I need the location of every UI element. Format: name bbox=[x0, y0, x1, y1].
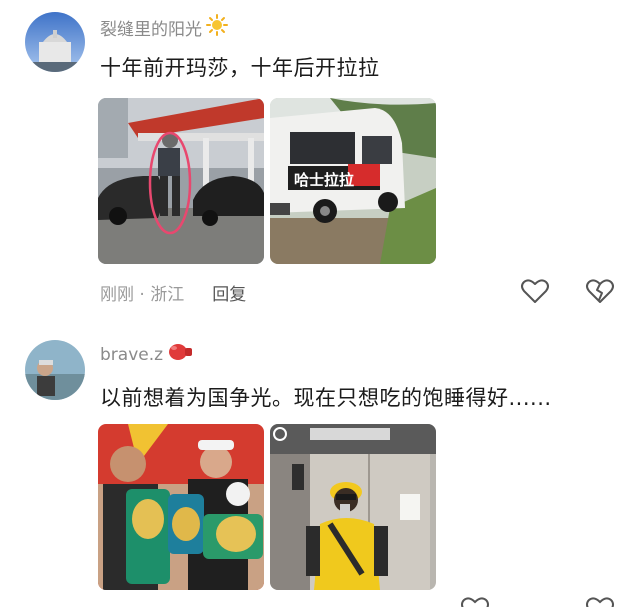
username[interactable]: brave.z bbox=[100, 342, 193, 367]
location: 浙江 bbox=[150, 285, 185, 305]
broken-heart-icon[interactable] bbox=[585, 592, 615, 607]
boxing-glove-icon bbox=[167, 342, 193, 367]
comment-item: brave.z 以前想着为国争光。现在只想吃的饱睡得好...... bbox=[0, 330, 640, 607]
avatar[interactable] bbox=[25, 12, 85, 72]
meta-separator: · bbox=[139, 285, 145, 305]
comment-text: 以前想着为国争光。现在只想吃的饱睡得好...... bbox=[100, 386, 552, 410]
comment-meta: 刚刚 · 浙江 回复 bbox=[100, 280, 246, 305]
heart-icon[interactable] bbox=[460, 592, 490, 607]
comment-item: 裂缝里的阳光 十年前开玛莎，十年后开拉拉 哈士拉拉 刚刚 · 浙江 回复 bbox=[0, 0, 640, 330]
username-text: 裂缝里的阳光 bbox=[100, 20, 202, 40]
white-van-photo[interactable]: 哈士拉拉 bbox=[270, 98, 436, 264]
van-sign-text: 哈士拉拉 bbox=[294, 171, 354, 189]
broken-heart-icon[interactable] bbox=[585, 276, 615, 306]
comment-text: 十年前开玛莎，十年后开拉拉 bbox=[100, 56, 380, 80]
boxing-champion-photo[interactable] bbox=[98, 424, 264, 590]
heart-icon[interactable] bbox=[520, 276, 550, 306]
avatar[interactable] bbox=[25, 340, 85, 400]
reply-button[interactable]: 回复 bbox=[212, 280, 246, 305]
username-text: brave.z bbox=[100, 344, 164, 365]
sports-car-photo[interactable] bbox=[98, 98, 264, 264]
timestamp: 刚刚 bbox=[100, 285, 134, 305]
username[interactable]: 裂缝里的阳光 bbox=[100, 14, 228, 41]
sun-icon bbox=[206, 14, 228, 41]
timestamp-location: 刚刚 · 浙江 bbox=[100, 280, 184, 305]
elevator-courier-photo[interactable] bbox=[270, 424, 436, 590]
